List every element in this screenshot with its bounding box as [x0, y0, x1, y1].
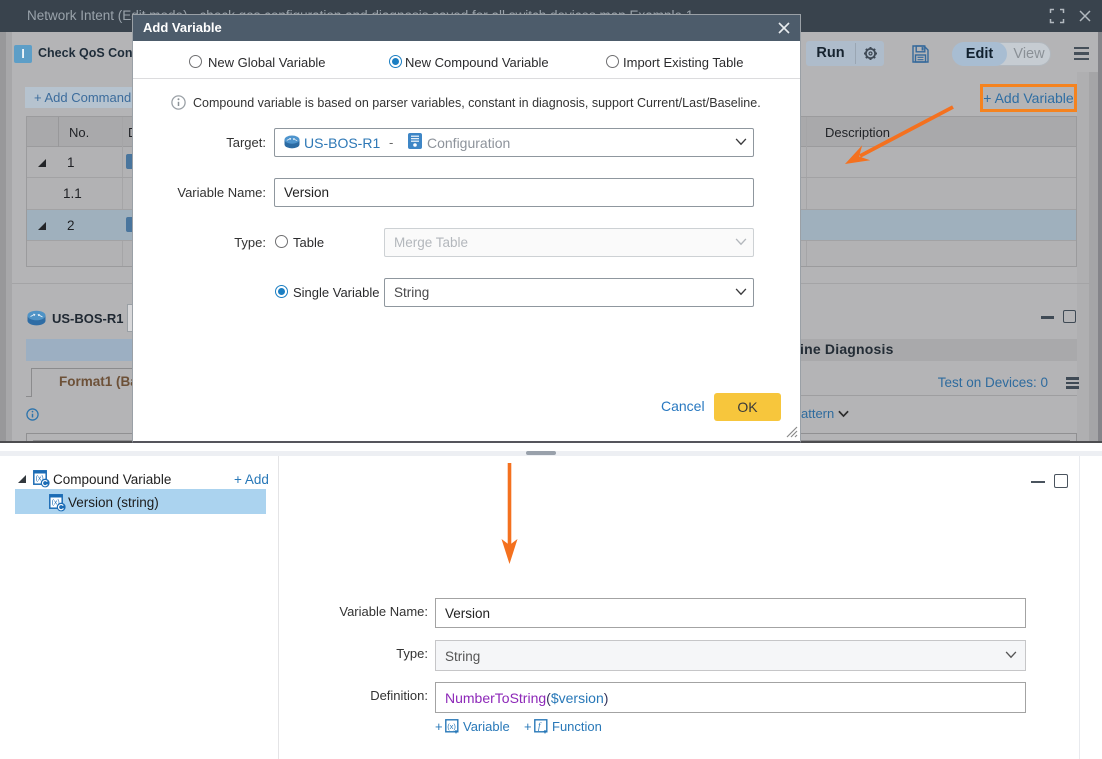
svg-text:(x): (x): [447, 722, 456, 731]
